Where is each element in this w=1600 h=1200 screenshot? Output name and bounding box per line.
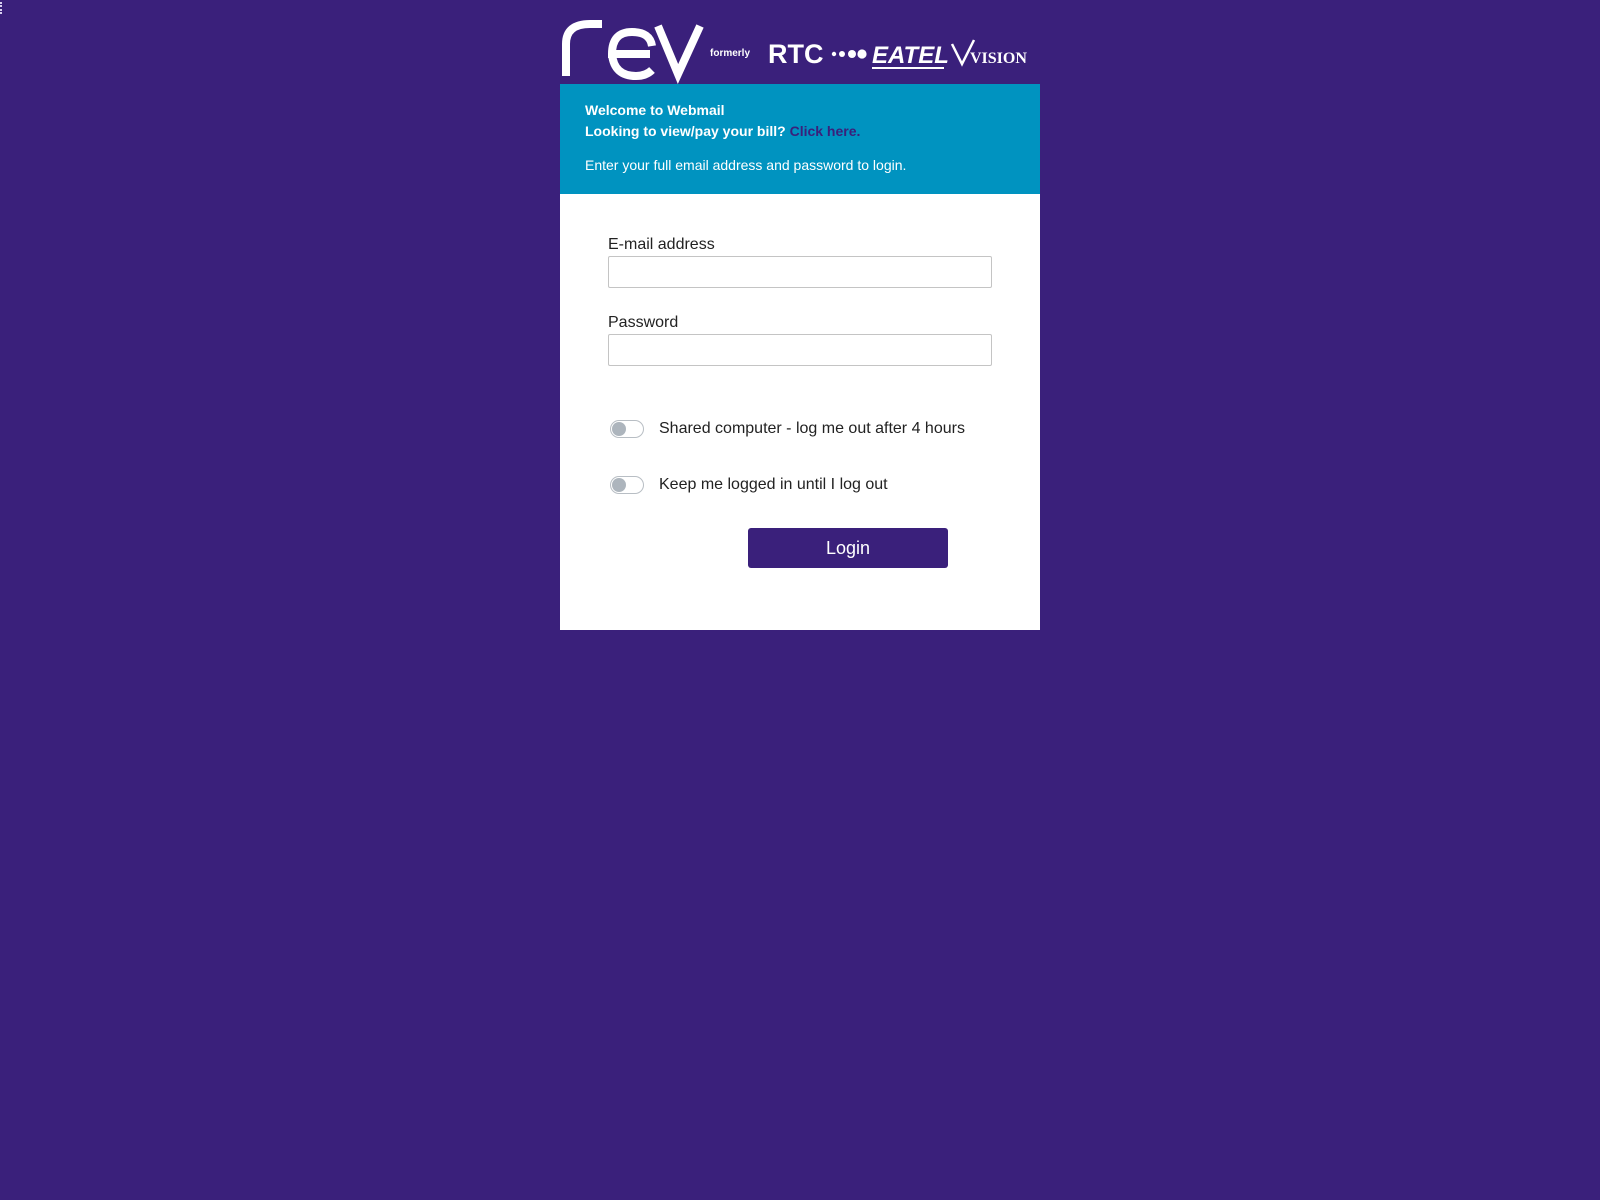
logo-eatel-text: EATEL	[872, 42, 949, 69]
keep-logged-in-row: Keep me logged in until I log out	[608, 472, 992, 498]
toggle-knob	[612, 422, 626, 436]
logo-formerly-text: formerly	[710, 48, 750, 59]
welcome-heading: Welcome to Webmail	[585, 102, 725, 118]
password-field-group: Password	[608, 314, 992, 366]
password-label: Password	[608, 314, 679, 331]
shared-computer-toggle[interactable]	[610, 420, 644, 438]
email-field-group: E-mail address	[608, 236, 992, 288]
bill-link[interactable]: Click here.	[790, 123, 861, 139]
brand-logo-bar: formerly RTC EATEL VISION	[560, 14, 1040, 84]
login-button[interactable]: Login	[748, 528, 948, 568]
toggle-knob	[612, 478, 626, 492]
corner-marker	[0, 2, 5, 14]
logo-vision-text: VISION	[970, 50, 1027, 67]
bill-prompt-text: Looking to view/pay your bill?	[585, 123, 786, 139]
welcome-banner: Welcome to Webmail Looking to view/pay y…	[560, 84, 1040, 194]
login-panel: Welcome to Webmail Looking to view/pay y…	[560, 84, 1040, 630]
password-field[interactable]	[608, 334, 992, 366]
logo-r-shape	[562, 20, 602, 76]
login-form: E-mail address Password Shared computer …	[608, 236, 992, 568]
bill-prompt: Looking to view/pay your bill? Click her…	[585, 121, 1015, 142]
login-instructions: Enter your full email address and passwo…	[585, 157, 907, 173]
shared-computer-row: Shared computer - log me out after 4 hou…	[608, 416, 992, 442]
logo-v-shape	[654, 24, 704, 84]
logo-e-shape	[607, 27, 656, 81]
keep-logged-in-label: Keep me logged in until I log out	[659, 476, 888, 493]
logo-rtc-text: RTC	[768, 39, 824, 69]
email-field[interactable]	[608, 256, 992, 288]
brand-logo: formerly RTC EATEL VISION	[562, 20, 1027, 84]
shared-computer-label: Shared computer - log me out after 4 hou…	[659, 420, 965, 437]
email-label: E-mail address	[608, 236, 715, 253]
keep-logged-in-toggle[interactable]	[610, 476, 644, 494]
